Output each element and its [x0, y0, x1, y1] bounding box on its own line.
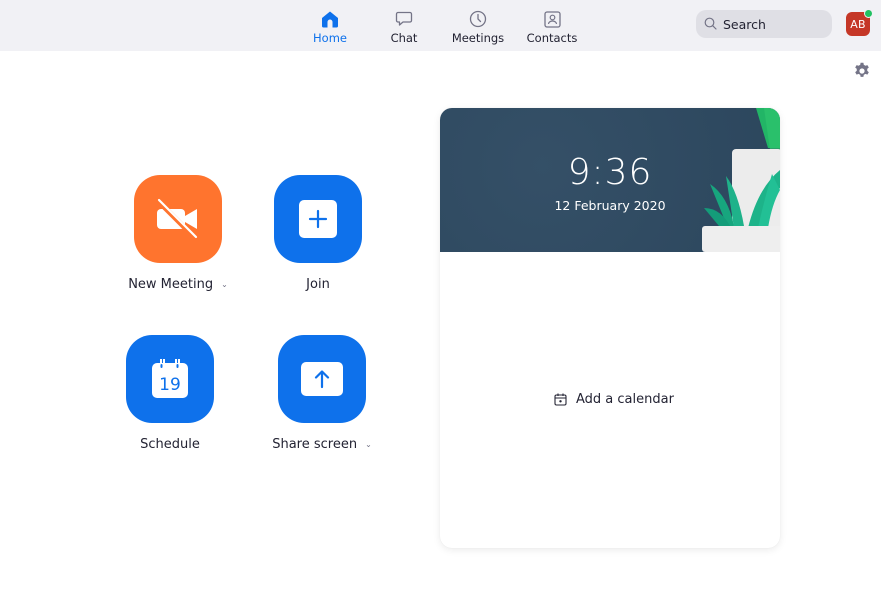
tab-meetings[interactable]: Meetings — [450, 0, 506, 51]
new-meeting-label: New Meeting ⌄ — [128, 277, 228, 292]
tab-meetings-label: Meetings — [451, 31, 505, 45]
settings-button[interactable] — [853, 62, 871, 80]
clock-icon — [468, 9, 488, 29]
plus-icon — [299, 200, 337, 238]
search-label: Search — [723, 16, 766, 32]
tab-chat[interactable]: Chat — [384, 0, 424, 51]
join-button[interactable] — [274, 175, 362, 263]
calendar-card-header: 9:36 12 February 2020 — [440, 108, 780, 252]
upload-arrow-icon — [301, 362, 343, 396]
join-tile[interactable]: Join — [258, 175, 378, 292]
plant-illustration — [702, 108, 780, 252]
chat-bubble-icon — [394, 9, 414, 29]
home-icon — [320, 9, 340, 29]
add-calendar-label: Add a calendar — [576, 392, 674, 407]
calendar-card: 9:36 12 February 2020 Add a calendar — [440, 108, 780, 548]
chevron-down-icon[interactable]: ⌄ — [221, 280, 228, 289]
video-off-icon — [156, 198, 198, 240]
gear-icon — [855, 62, 869, 77]
online-status-indicator — [864, 9, 873, 18]
contact-card-icon — [542, 9, 562, 29]
tab-home[interactable]: Home — [310, 0, 350, 51]
share-screen-tile[interactable]: Share screen ⌄ — [262, 335, 382, 452]
join-label: Join — [306, 277, 330, 292]
new-meeting-button[interactable] — [134, 175, 222, 263]
share-screen-label: Share screen ⌄ — [272, 437, 372, 452]
calendar-day: 19 — [159, 375, 181, 395]
add-calendar-button[interactable]: Add a calendar — [554, 392, 674, 407]
calendar-icon — [554, 393, 567, 406]
schedule-button[interactable]: 19 — [126, 335, 214, 423]
search-box[interactable]: Search — [696, 10, 832, 38]
top-navigation-bar: Home Chat Meetings Contacts Search AB — [0, 0, 881, 51]
schedule-label: Schedule — [140, 437, 200, 452]
tab-contacts[interactable]: Contacts — [526, 0, 578, 51]
tab-contacts-label: Contacts — [526, 31, 578, 45]
search-icon — [704, 15, 717, 34]
new-meeting-tile[interactable]: New Meeting ⌄ — [118, 175, 238, 292]
schedule-tile[interactable]: 19 Schedule — [110, 335, 230, 452]
share-screen-button[interactable] — [278, 335, 366, 423]
calendar-icon: 19 — [152, 359, 188, 398]
tab-home-label: Home — [313, 31, 347, 45]
chevron-down-icon[interactable]: ⌄ — [365, 440, 372, 449]
tab-chat-label: Chat — [390, 31, 418, 45]
